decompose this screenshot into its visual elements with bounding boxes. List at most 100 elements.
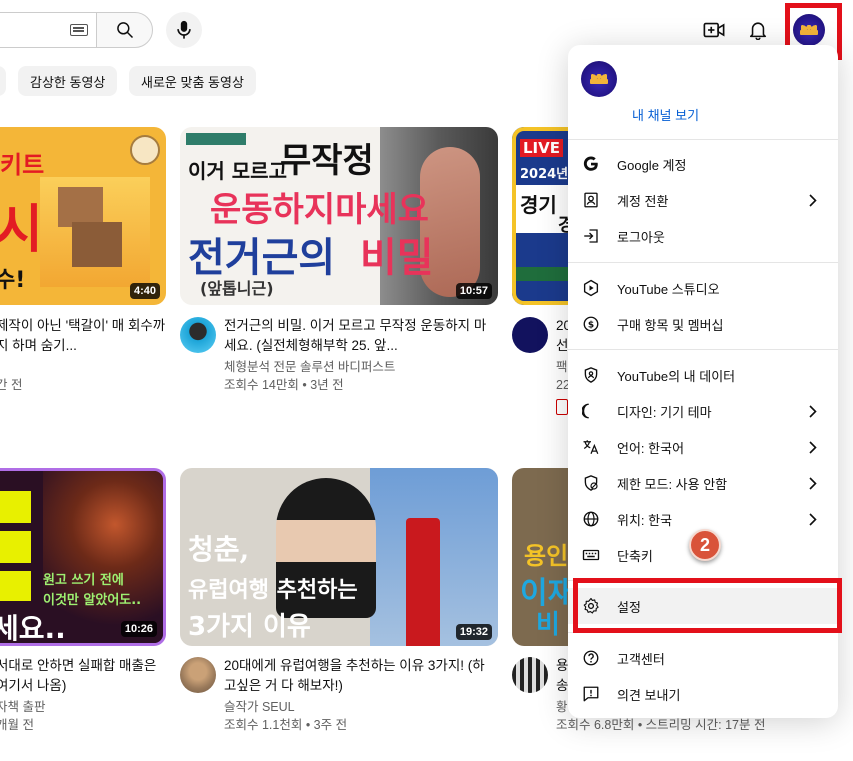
search-icon: [116, 22, 133, 39]
video-title[interactable]: 20 선: [556, 316, 568, 356]
menu-item-purchases[interactable]: $ 구매 항목 및 멤버십: [568, 306, 838, 342]
channel-avatar[interactable]: [512, 657, 548, 693]
globe-icon: [581, 509, 601, 529]
video-meta: 조회수 1.1천회 • 3주 전: [224, 718, 348, 732]
video-meta: 조회수 14만회 • 3년 전: [224, 378, 344, 392]
thumb-text: 시: [0, 200, 43, 260]
thumb-text: 용인: [524, 542, 569, 570]
video-channel[interactable]: 팩: [556, 358, 568, 376]
menu-item-your-data[interactable]: YouTube의 내 데이터: [568, 357, 838, 393]
menu-divider: [568, 262, 838, 263]
video-title[interactable]: 제작이 아닌 '택갈이' 매 회수까지 하며 숨기...: [0, 316, 166, 356]
menu-item-label: YouTube 스튜디오: [617, 281, 720, 297]
menu-item-restricted-mode[interactable]: 제한 모드: 사용 안함: [568, 465, 838, 501]
data-shield-icon: [581, 365, 601, 385]
keyboard-icon[interactable]: [70, 24, 88, 36]
thumb-text: 2024년: [520, 167, 569, 182]
restricted-icon: [581, 473, 601, 493]
highlight-settings: [573, 578, 842, 633]
chevron-right-icon: [808, 193, 818, 207]
menu-item-logout[interactable]: 로그아웃: [568, 218, 838, 254]
menu-divider: [568, 139, 838, 140]
svg-text:$: $: [588, 320, 594, 330]
thumb-text: 이것만 알았어도..: [43, 593, 142, 608]
search-button[interactable]: [96, 12, 153, 48]
live-badge: [556, 399, 568, 415]
menu-item-label: 계정 전환: [617, 193, 669, 209]
menu-item-label: 언어: 한국어: [617, 440, 685, 456]
view-channel-link[interactable]: 내 채널 보기: [632, 105, 699, 124]
menu-item-send-feedback[interactable]: 의견 보내기: [568, 676, 838, 712]
thumb-text: 비밀: [360, 235, 434, 281]
menu-item-google-account[interactable]: Google 계정: [568, 146, 838, 182]
menu-item-label: 구매 항목 및 멤버십: [617, 317, 724, 333]
video-duration: 10:57: [455, 283, 492, 299]
help-icon: [581, 648, 601, 668]
feedback-icon: [581, 684, 601, 704]
bell-icon: [749, 22, 767, 40]
menu-item-switch-account[interactable]: 계정 전환: [568, 182, 838, 218]
video-duration: 4:40: [129, 283, 160, 299]
menu-item-appearance[interactable]: 디자인: 기기 테마: [568, 393, 838, 429]
menu-item-label: Google 계정: [617, 157, 687, 173]
channel-avatar[interactable]: [180, 317, 216, 353]
chip-watched[interactable]: 감상한 동영상: [18, 66, 118, 96]
menu-item-label: 의견 보내기: [617, 687, 681, 703]
thumb-text: 이거 모르고: [188, 159, 287, 183]
video-thumbnail[interactable]: 키트 시 수! 4:40: [0, 127, 166, 305]
switch-account-icon: [581, 190, 601, 210]
video-channel[interactable]: 슬작가 SEUL: [224, 698, 295, 716]
channel-avatar[interactable]: [512, 317, 548, 353]
keyboard-icon: [581, 545, 601, 565]
video-add-icon: [703, 22, 725, 38]
video-channel[interactable]: 자책 출판: [0, 698, 45, 716]
thumb-text: (앞톱니근): [200, 279, 274, 298]
thumb-text: 원고 쓰기 전에: [43, 573, 124, 588]
video-thumbnail[interactable]: 청춘, 유럽여행 추천하는 3가지 이유 19:32: [180, 468, 498, 646]
video-thumbnail[interactable]: 원고 쓰기 전에 이것만 알았어도.. 세요.. 10:26: [0, 468, 166, 646]
video-thumbnail[interactable]: 이거 모르고 무작정 운동하지마세요 전거근의 비밀 (앞톱니근) 10:57: [180, 127, 498, 305]
video-meta: 조회수 6.8만회 • 스트리밍 시간: 17분 전: [556, 718, 766, 732]
logout-icon: [581, 226, 601, 246]
thumb-text: 유럽여행 추천하는: [188, 578, 358, 603]
video-channel[interactable]: 황: [556, 698, 568, 716]
chip-new-for-you[interactable]: 새로운 맞춤 동영상: [129, 66, 256, 96]
voice-search-button[interactable]: [166, 12, 202, 48]
chevron-right-icon: [808, 440, 818, 454]
video-title[interactable]: 20대에게 유럽여행을 추천하는 이유 3가지! (하고싶은 거 다 해보자!): [224, 656, 489, 696]
thumb-text: 세요..: [0, 612, 66, 645]
translate-icon: [581, 437, 601, 457]
studio-icon: [581, 278, 601, 298]
create-button[interactable]: [700, 16, 728, 44]
video-channel[interactable]: 체형분석 전문 솔루션 바디퍼스트: [224, 358, 395, 376]
chevron-right-icon: [808, 404, 818, 418]
menu-item-label: 로그아웃: [617, 229, 665, 245]
thumb-text: 경기: [520, 193, 557, 217]
chevron-right-icon: [808, 476, 818, 490]
thumb-text: 수!: [0, 268, 26, 293]
video-title[interactable]: 용 송: [556, 656, 568, 696]
menu-avatar: [581, 61, 617, 97]
video-title[interactable]: 서대로 안하면 실패합 매출은 여기서 나옴): [0, 656, 166, 696]
video-meta: 간 전: [0, 378, 23, 392]
crown-icon: [590, 74, 608, 84]
menu-item-youtube-studio[interactable]: YouTube 스튜디오: [568, 270, 838, 306]
menu-item-label: YouTube의 내 데이터: [617, 368, 736, 384]
menu-item-label: 단축키: [617, 548, 653, 564]
notifications-button[interactable]: [744, 16, 772, 44]
moon-icon: [581, 401, 601, 421]
video-duration: 19:32: [455, 624, 492, 640]
menu-item-label: 고객센터: [617, 651, 665, 667]
mic-icon: [177, 20, 191, 39]
menu-item-help[interactable]: 고객센터: [568, 640, 838, 676]
menu-item-label: 디자인: 기기 테마: [617, 404, 712, 420]
thumb-text: 3가지 이유: [188, 612, 311, 642]
thumb-text: 키트: [0, 151, 45, 179]
video-title[interactable]: 전거근의 비밀. 이거 모르고 무작정 운동하지 마세요. (실전체형해부학 2…: [224, 316, 489, 356]
channel-avatar[interactable]: [180, 657, 216, 693]
google-icon: [581, 154, 601, 174]
menu-item-language[interactable]: 언어: 한국어: [568, 429, 838, 465]
chip-partial[interactable]: [0, 66, 6, 96]
menu-divider: [568, 349, 838, 350]
video-meta: 개월 전: [0, 718, 34, 732]
